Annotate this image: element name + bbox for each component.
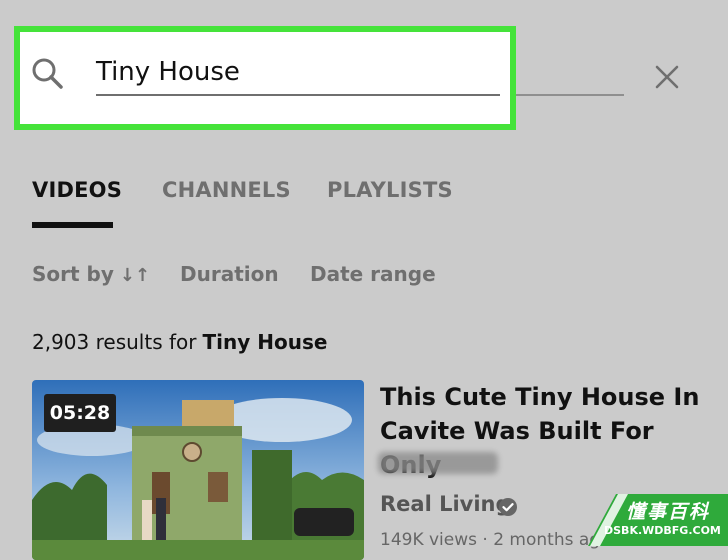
tab-videos[interactable]: VIDEOS [32,178,122,202]
results-count-text: 2,903 results for [32,330,197,354]
results-query: Tiny House [202,330,328,354]
search-icon[interactable] [30,56,64,90]
tab-playlists[interactable]: PLAYLISTS [327,178,453,202]
sort-icon: ↓↑ [119,265,151,286]
duration-badge: 05:28 [44,394,116,432]
filter-bar: Sort by ↓↑ Duration Date range [0,258,728,298]
sort-by-button[interactable]: Sort by ↓↑ [32,262,150,286]
blurred-price [378,452,498,474]
results-count: 2,903 results for Tiny House [32,330,327,354]
search-bar: Tiny House [0,0,728,150]
search-input[interactable]: Tiny House [96,52,516,92]
sort-by-label: Sort by [32,262,114,286]
watermark-text: 懂事百科 [626,501,711,523]
date-range-filter[interactable]: Date range [310,262,436,286]
verified-icon [499,498,517,516]
search-underline [96,94,500,96]
tab-channels[interactable]: CHANNELS [162,178,291,202]
result-tabs: VIDEOS CHANNELS PLAYLISTS [0,172,728,232]
channel-name[interactable]: Real Living [380,492,511,516]
duration-filter[interactable]: Duration [180,262,279,286]
watermark-url: DSBK.WDBFG.COM [604,524,721,537]
close-icon[interactable] [652,62,682,92]
active-tab-indicator [32,222,113,228]
search-underline-extension [516,94,624,96]
video-meta: 149K views · 2 months ago [380,530,611,550]
